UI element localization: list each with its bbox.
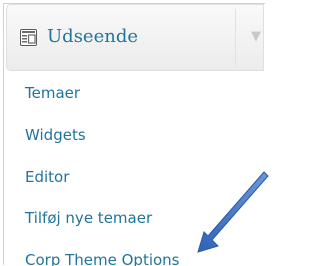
appearance-icon xyxy=(20,29,37,46)
submenu-item-corp-theme-options[interactable]: Corp Theme Options xyxy=(25,250,180,266)
triangle-down-icon[interactable]: ▼ xyxy=(251,28,265,46)
submenu-item-temaer[interactable]: Temaer xyxy=(25,83,80,103)
submenu-item-editor[interactable]: Editor xyxy=(25,167,69,187)
submenu-item-add-themes[interactable]: Tilføj nye temaer xyxy=(25,208,152,228)
menu-header[interactable]: Udseende ▼ xyxy=(6,4,264,71)
header-divider xyxy=(235,9,236,67)
menu-title[interactable]: Udseende xyxy=(47,25,138,49)
submenu-item-widgets[interactable]: Widgets xyxy=(25,125,86,145)
pointer-arrow-icon xyxy=(197,171,269,253)
